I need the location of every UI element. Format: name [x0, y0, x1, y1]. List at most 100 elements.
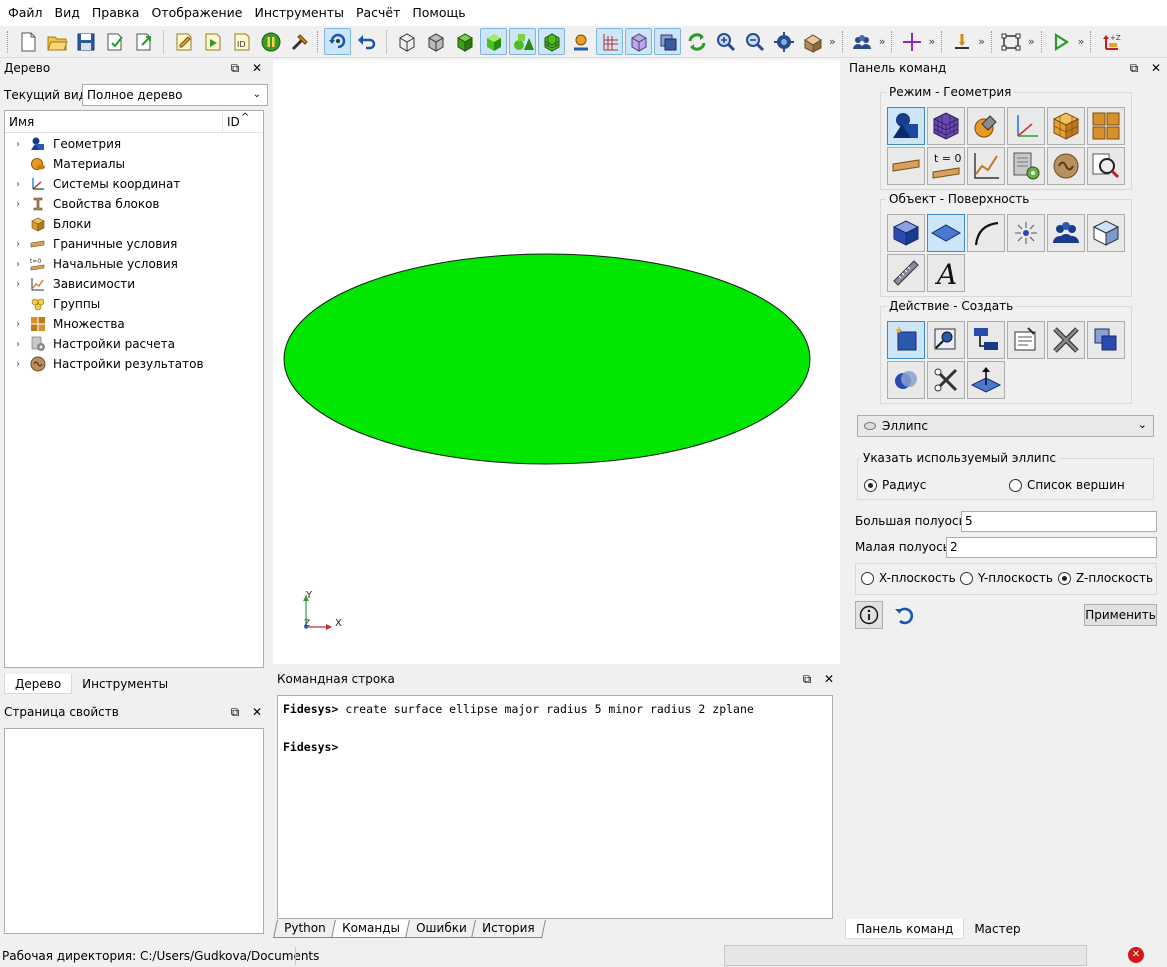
chevron-right-icon[interactable]: › [11, 139, 25, 150]
toolbar-grip[interactable] [891, 30, 894, 53]
node-icon[interactable] [567, 28, 594, 55]
float-icon[interactable]: ⧉ [228, 704, 242, 720]
toolbar-grip[interactable] [1090, 30, 1093, 53]
chevron-right-icon[interactable]: › [11, 179, 25, 190]
group-icon[interactable] [849, 28, 876, 55]
object-ruler-button[interactable] [887, 254, 925, 292]
tree-item-result-settings[interactable]: › Настройки результатов [5, 354, 263, 374]
toolbar-overflow[interactable]: » [1028, 35, 1035, 48]
graphics-viewport[interactable]: Y X Z [273, 60, 840, 664]
toolbar-grip[interactable] [317, 30, 320, 53]
current-view-select[interactable]: Полное дерево ⌄ [82, 84, 268, 106]
radio-vertex-list[interactable]: Список вершин [1009, 478, 1125, 492]
menu-help[interactable]: Помощь [406, 0, 471, 26]
object-group-button[interactable] [1047, 214, 1085, 252]
tree-item-calculation-settings[interactable]: › Настройки расчета [5, 334, 263, 354]
toolbar-overflow[interactable]: » [978, 35, 985, 48]
export-icon[interactable] [130, 28, 157, 55]
viewport-canvas[interactable]: Y X Z [273, 60, 840, 664]
hidden-line-cube-icon[interactable] [422, 28, 449, 55]
tree-item-blocks[interactable]: Блоки [5, 214, 263, 234]
radio-y-plane[interactable]: Y-плоскость [960, 571, 1053, 585]
play-script-icon[interactable] [199, 28, 226, 55]
id-icon[interactable]: ID [228, 28, 255, 55]
tab-tools[interactable]: Инструменты [72, 674, 179, 694]
menu-tools[interactable]: Инструменты [248, 0, 349, 26]
menu-view[interactable]: Вид [49, 0, 86, 26]
reset-button[interactable] [892, 603, 916, 627]
error-indicator-icon[interactable]: ✕ [1128, 947, 1144, 963]
mode-mesh-button[interactable] [927, 107, 965, 145]
radio-x-plane[interactable]: X-плоскость [861, 571, 956, 585]
pause-icon[interactable] [257, 28, 284, 55]
menu-calculation[interactable]: Расчёт [350, 0, 406, 26]
minor-axis-input[interactable]: 2 [946, 537, 1157, 558]
bounding-box-icon[interactable] [998, 28, 1025, 55]
refresh-icon[interactable] [683, 28, 710, 55]
object-curve-button[interactable] [967, 214, 1005, 252]
float-icon[interactable]: ⧉ [800, 671, 814, 687]
action-create-button[interactable] [887, 321, 925, 359]
chevron-right-icon[interactable]: › [11, 239, 25, 250]
tree-item-block-properties[interactable]: › Свойства блоков [5, 194, 263, 214]
toolbar-overflow[interactable]: » [879, 35, 886, 48]
menu-edit[interactable]: Правка [86, 0, 146, 26]
tree-item-boundary-conditions[interactable]: › Граничные условия [5, 234, 263, 254]
mode-coordinate-systems-button[interactable] [1007, 107, 1045, 145]
chevron-right-icon[interactable]: › [11, 259, 25, 270]
action-delete-button[interactable] [1047, 321, 1085, 359]
mode-blocks-button[interactable] [1047, 107, 1085, 145]
action-modify-button[interactable] [927, 321, 965, 359]
close-icon[interactable]: ✕ [822, 671, 836, 687]
wireframe-cube-icon[interactable] [393, 28, 420, 55]
object-surface-button[interactable] [927, 214, 965, 252]
toolbar-grip[interactable] [7, 30, 10, 53]
tree-item-geometry[interactable]: › Геометрия [5, 134, 263, 154]
toolbar-overflow[interactable]: » [829, 35, 836, 48]
save-as-icon[interactable] [101, 28, 128, 55]
journal-icon[interactable] [170, 28, 197, 55]
menu-file[interactable]: Файл [2, 0, 49, 26]
float-icon[interactable]: ⧉ [1127, 60, 1141, 76]
tab-tree[interactable]: Дерево [4, 674, 73, 694]
console-input-line[interactable]: Fidesys> [283, 740, 827, 759]
open-folder-icon[interactable] [43, 28, 70, 55]
close-icon[interactable]: ✕ [250, 704, 264, 720]
mode-sets-button[interactable] [1087, 107, 1125, 145]
box-icon[interactable] [799, 28, 826, 55]
shape-type-select[interactable]: Эллипс ⌄ [857, 415, 1154, 437]
column-header-id[interactable]: ID ^ [223, 111, 263, 132]
run-icon[interactable] [1048, 28, 1075, 55]
object-text-button[interactable]: A [927, 254, 965, 292]
menu-display[interactable]: Отображение [145, 0, 248, 26]
new-file-icon[interactable] [14, 28, 41, 55]
chevron-right-icon[interactable]: › [11, 279, 25, 290]
apply-button[interactable]: Применить [1084, 604, 1157, 626]
close-icon[interactable]: ✕ [1149, 60, 1163, 76]
column-header-name[interactable]: Имя [5, 111, 223, 132]
undo-icon[interactable] [353, 28, 380, 55]
ellipse-surface[interactable] [283, 253, 811, 465]
mode-geometry-button[interactable] [887, 107, 925, 145]
wrench-hammer-icon[interactable] [286, 28, 313, 55]
tab-wizard[interactable]: Мастер [964, 919, 1031, 939]
toolbar-grip[interactable] [841, 30, 845, 53]
object-body-button[interactable] [1087, 214, 1125, 252]
mode-dependencies-button[interactable] [967, 147, 1005, 185]
tree-item-coordinate-systems[interactable]: › Системы координат [5, 174, 263, 194]
solid-green-cube-icon[interactable] [480, 28, 507, 55]
tree-item-dependencies[interactable]: › Зависимости [5, 274, 263, 294]
mesh-cube-icon[interactable] [538, 28, 565, 55]
action-extrude-button[interactable] [967, 361, 1005, 399]
toolbar-grip[interactable] [941, 30, 944, 53]
mode-materials-button[interactable] [967, 107, 1005, 145]
tree-item-sets[interactable]: › Множества [5, 314, 263, 334]
mode-initial-conditions-button[interactable]: t = 0 [927, 147, 965, 185]
chevron-right-icon[interactable]: › [11, 359, 25, 370]
shaded-cube-icon[interactable] [451, 28, 478, 55]
tree-item-groups[interactable]: Группы [5, 294, 263, 314]
zoom-out-icon[interactable] [741, 28, 768, 55]
tree-view[interactable]: Имя ID ^ › Геометрия Материалы › Системы ко… [4, 110, 264, 668]
mode-postprocessing-button[interactable] [1087, 147, 1125, 185]
axes-grid-icon[interactable] [596, 28, 623, 55]
